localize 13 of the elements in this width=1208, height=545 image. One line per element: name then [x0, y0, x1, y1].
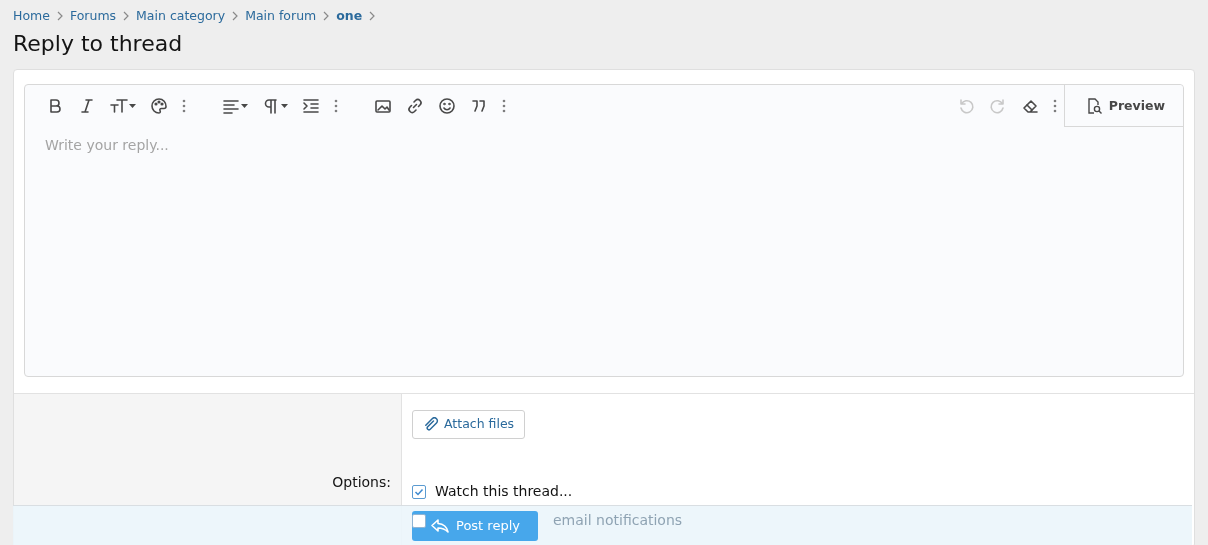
options-label: Options:: [332, 473, 391, 493]
preview-button[interactable]: Preview: [1063, 85, 1183, 128]
attach-files-button[interactable]: Attach files: [412, 410, 526, 440]
breadcrumb-link[interactable]: Home: [13, 6, 50, 26]
reply-editor-field[interactable]: Preview Write your reply...: [24, 84, 1184, 378]
reply-field[interactable]: Write your reply...: [25, 127, 1183, 377]
breadcrumb-link[interactable]: one: [336, 6, 363, 26]
breadcrumb-link[interactable]: Forums: [69, 6, 117, 26]
checkbox-label: Watch this thread...: [435, 482, 573, 502]
checkbox-label: email notifications: [553, 511, 683, 531]
page-title: Reply to thread: [13, 31, 184, 58]
breadcrumb-link[interactable]: Main forum: [245, 6, 317, 26]
breadcrumb-link[interactable]: Main category: [136, 6, 226, 26]
